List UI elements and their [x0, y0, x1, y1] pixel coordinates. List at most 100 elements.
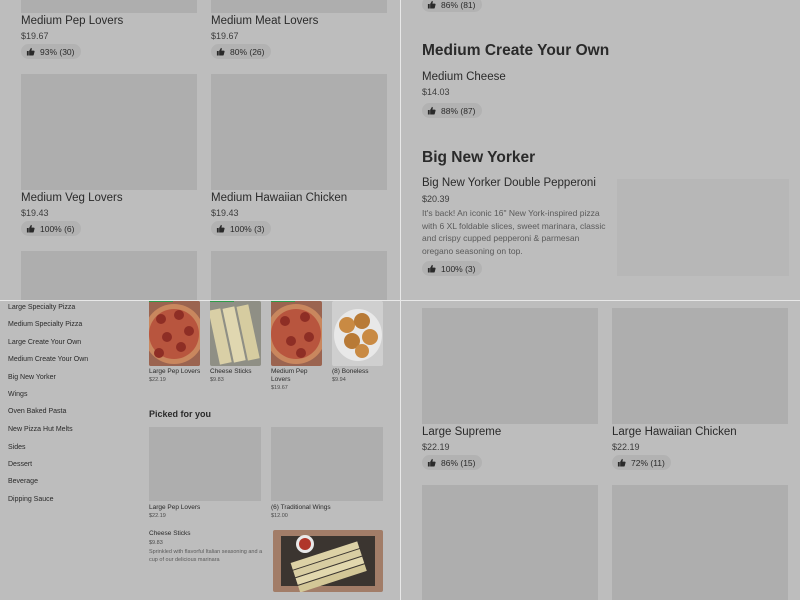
rating-badge: 93% (30): [21, 44, 81, 59]
product-price: $12.00: [271, 513, 288, 519]
thumbs-up-icon: [427, 106, 436, 115]
nav-item-big-new-yorker[interactable]: Big New Yorker: [8, 374, 56, 381]
product-description: It's back! An iconic 16" New York-inspir…: [422, 208, 606, 256]
nav-item-medium-specialty-pizza[interactable]: Medium Specialty Pizza: [8, 321, 82, 328]
featured-name[interactable]: Cheese Sticks: [210, 368, 252, 376]
product-image[interactable]: [149, 427, 261, 501]
product-image[interactable]: [422, 485, 598, 600]
nav-item-new-pizza-hut-melts[interactable]: New Pizza Hut Melts: [8, 426, 73, 433]
product-price: $19.67: [211, 31, 239, 41]
panel-divider-horizontal: [0, 300, 800, 301]
rating-badge: 86% (81): [422, 0, 482, 12]
featured-image-boneless-wings[interactable]: [332, 301, 383, 366]
product-name[interactable]: Large Supreme: [422, 426, 501, 438]
product-name[interactable]: Medium Meat Lovers: [211, 15, 318, 27]
product-price: $22.19: [422, 442, 450, 452]
product-price: $22.19: [612, 442, 640, 452]
featured-price: $9.83: [210, 377, 224, 383]
picked-for-you-heading: Picked for you: [149, 409, 212, 419]
product-name[interactable]: Medium Hawaiian Chicken: [211, 192, 347, 204]
product-name[interactable]: Big New Yorker Double Pepperoni: [422, 177, 596, 189]
product-name[interactable]: Medium Cheese: [422, 71, 506, 83]
popular-badge: [210, 301, 234, 302]
product-image[interactable]: [21, 251, 197, 300]
menu-panel-large-specialty: Large Supreme $22.19 86% (15) Large Hawa…: [401, 301, 800, 600]
rating-text: 72% (11): [631, 457, 665, 468]
product-image[interactable]: [21, 0, 197, 13]
product-name[interactable]: Large Pep Lovers: [149, 504, 200, 512]
product-name[interactable]: Medium Pep Lovers: [21, 15, 123, 27]
section-heading: Big New Yorker: [422, 149, 536, 166]
product-image[interactable]: [211, 0, 387, 13]
rating-text: 86% (15): [441, 457, 476, 468]
rating-text: 93% (30): [40, 46, 75, 57]
rating-badge: 88% (87): [422, 103, 482, 118]
nav-item-oven-baked-pasta[interactable]: Oven Baked Pasta: [8, 408, 66, 415]
menu-panel-create-your-own: 86% (81) Medium Create Your Own Medium C…: [401, 0, 800, 300]
thumbs-up-icon: [216, 224, 225, 233]
product-name[interactable]: Cheese Sticks: [149, 530, 191, 538]
rating-text: 80% (26): [230, 46, 265, 57]
product-price: $22.19: [149, 513, 166, 519]
product-image[interactable]: [612, 308, 788, 424]
product-image[interactable]: [422, 308, 598, 424]
rating-text: 100% (3): [230, 223, 265, 234]
product-price: $9.83: [149, 540, 163, 546]
featured-price: $19.67: [271, 385, 288, 391]
featured-name[interactable]: Medium Pep Lovers: [271, 368, 317, 384]
popular-badge: [271, 301, 295, 302]
product-price: $20.39: [422, 194, 450, 204]
product-image[interactable]: [21, 74, 197, 190]
product-price: $19.43: [21, 208, 49, 218]
nav-item-medium-create-your-own[interactable]: Medium Create Your Own: [8, 356, 88, 363]
product-image[interactable]: [211, 74, 387, 190]
product-name[interactable]: Large Hawaiian Chicken: [612, 426, 737, 438]
rating-badge: 100% (3): [422, 261, 482, 276]
menu-panel-medium-specialty: Medium Pep Lovers $19.67 93% (30) Medium…: [0, 0, 400, 300]
thumbs-up-icon: [617, 458, 626, 467]
thumbs-up-icon: [427, 458, 436, 467]
thumbs-up-icon: [216, 47, 225, 56]
featured-image-cheese-sticks[interactable]: [210, 301, 261, 366]
rating-text: 100% (3): [441, 263, 476, 274]
featured-price: $22.19: [149, 377, 166, 383]
product-image[interactable]: [612, 485, 788, 600]
rating-badge: 80% (26): [211, 44, 271, 59]
rating-text: 88% (87): [441, 105, 476, 116]
product-image[interactable]: [211, 251, 387, 300]
nav-item-beverage[interactable]: Beverage: [8, 478, 38, 485]
rating-badge: 100% (3): [211, 221, 271, 236]
product-name[interactable]: Medium Veg Lovers: [21, 192, 123, 204]
rating-text: 86% (81): [441, 0, 476, 10]
rating-badge: 86% (15): [422, 455, 482, 470]
rating-badge: 100% (6): [21, 221, 81, 236]
product-price: $19.43: [211, 208, 239, 218]
featured-image-medium-pep-lovers[interactable]: [271, 301, 322, 366]
popular-badge: [149, 301, 173, 302]
nav-item-sides[interactable]: Sides: [8, 444, 26, 451]
nav-item-large-create-your-own[interactable]: Large Create Your Own: [8, 339, 81, 346]
featured-image-pep-lovers[interactable]: [149, 301, 200, 366]
featured-price: $9.94: [332, 377, 346, 383]
section-heading: Medium Create Your Own: [422, 42, 610, 59]
product-price: $14.03: [422, 87, 450, 97]
thumbs-up-icon: [26, 47, 35, 56]
nav-item-dipping-sauce[interactable]: Dipping Sauce: [8, 496, 54, 503]
nav-item-dessert[interactable]: Dessert: [8, 461, 32, 468]
menu-sidebar-and-featured: Large Specialty Pizza Medium Specialty P…: [0, 301, 400, 600]
product-image[interactable]: [271, 427, 383, 501]
rating-badge: 72% (11): [612, 455, 671, 470]
featured-name[interactable]: Large Pep Lovers: [149, 368, 200, 376]
thumbs-up-icon: [26, 224, 35, 233]
product-description: Sprinkled with flavorful Italian seasoni…: [149, 549, 263, 563]
product-image[interactable]: [617, 179, 789, 276]
product-name[interactable]: (6) Traditional Wings: [271, 504, 331, 512]
product-price: $19.67: [21, 31, 49, 41]
thumbs-up-icon: [427, 264, 436, 273]
featured-name[interactable]: (8) Boneless: [332, 368, 369, 376]
product-image-cheese-sticks[interactable]: [273, 530, 383, 592]
thumbs-up-icon: [427, 0, 436, 9]
rating-text: 100% (6): [40, 223, 75, 234]
nav-item-large-specialty-pizza[interactable]: Large Specialty Pizza: [8, 304, 75, 311]
nav-item-wings[interactable]: Wings: [8, 391, 27, 398]
